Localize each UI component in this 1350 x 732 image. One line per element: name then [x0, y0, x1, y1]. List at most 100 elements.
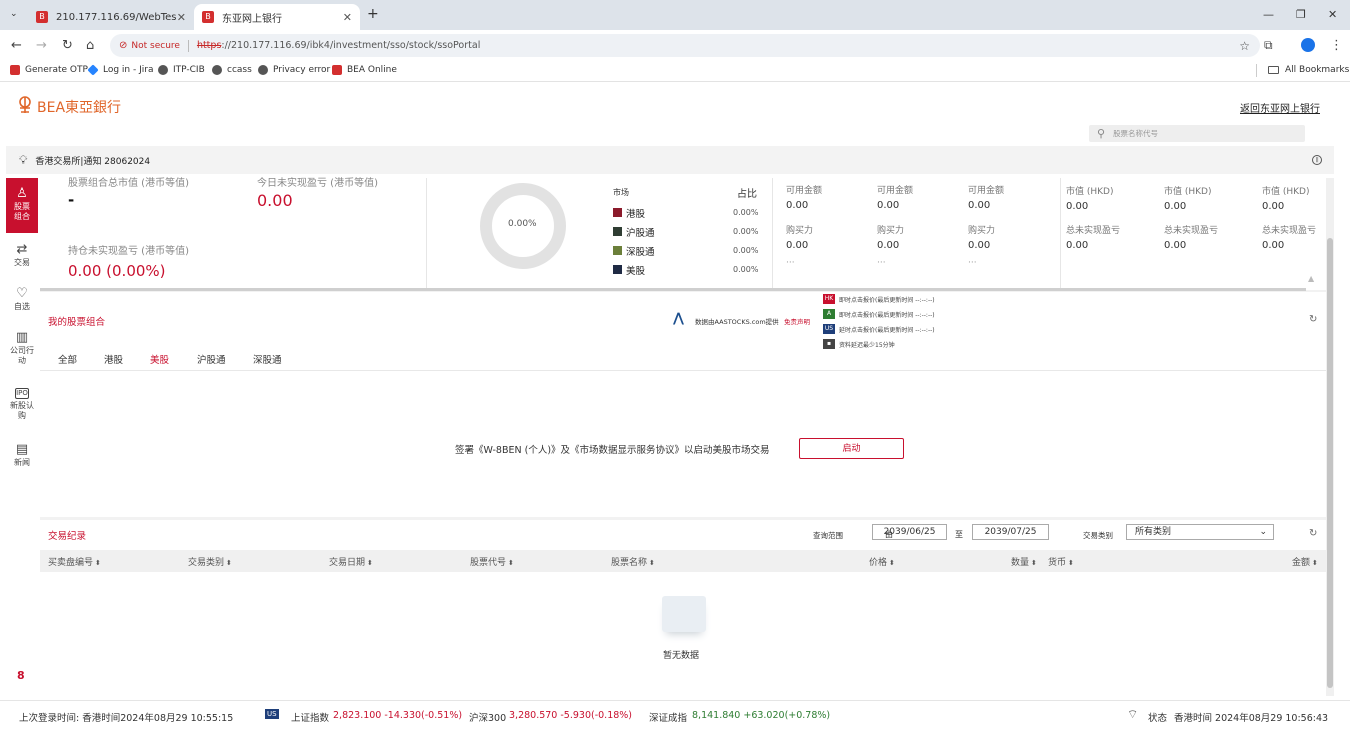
scrollbar-thumb[interactable] [1327, 238, 1333, 688]
close-icon[interactable]: ✕ [343, 11, 352, 24]
all-bookmarks-label: All Bookmarks [1285, 65, 1350, 75]
sort-icon[interactable]: ⬍ [367, 559, 373, 567]
globe-icon [212, 65, 222, 75]
to-date-input[interactable]: 2039/07/25 [972, 524, 1049, 540]
column-header-label: 金额 [1292, 558, 1311, 568]
bookmark-bea-online[interactable]: BEA Online [332, 65, 397, 75]
market-pct: 0.00% [733, 265, 759, 274]
extensions-icon[interactable]: ⧉ [1264, 38, 1273, 53]
notice-bar: 💡︎ 香港交易所|通知 28062024 || [6, 146, 1334, 174]
refresh-icon[interactable]: ↻ [1309, 528, 1317, 539]
column-header[interactable]: 股票名称 ⬍ [611, 555, 655, 568]
close-icon[interactable]: ✕ [177, 11, 186, 24]
pause-icon[interactable]: || [1312, 155, 1322, 165]
start-button[interactable]: 启动 [799, 438, 904, 459]
stock-search-box[interactable]: ⚲ 股票名称代号 [1089, 125, 1305, 142]
sign-agreement-text: 签署《W-8BEN (个人)》及《市场数据显示服务协议》以启动美股市场交易 [455, 445, 770, 456]
more-icon[interactable]: ··· [968, 258, 977, 268]
quote-badge: A [823, 309, 835, 319]
forward-icon[interactable]: → [36, 38, 47, 53]
ratio-header: 占比 [737, 189, 757, 200]
menu-icon[interactable]: ⋮ [1330, 38, 1343, 53]
sort-icon[interactable]: ⬍ [649, 559, 655, 567]
column-header[interactable]: 价格 ⬍ [869, 555, 895, 568]
wifi-icon: ⌔ [1127, 707, 1139, 721]
more-icon[interactable]: ··· [786, 258, 795, 268]
nav-news[interactable]: ▤ 新闻 [6, 442, 38, 468]
tab-title: 东亚网上银行 [222, 13, 282, 25]
home-icon[interactable]: ⌂ [86, 38, 94, 53]
collapse-icon[interactable]: ▲ [1308, 274, 1314, 283]
nav-portfolio[interactable]: ♙ 股票组合 [6, 178, 38, 233]
new-tab-button[interactable]: + [367, 6, 379, 22]
heart-icon: ♡ [16, 286, 28, 301]
portfolio-summary: 股票组合总市值 (港币等值) - 今日未实现盈亏 (港币等值) 0.00 持仓未… [40, 178, 1326, 290]
all-bookmarks[interactable]: All Bookmarks [1268, 65, 1349, 75]
sh-index-label: 上证指数 [291, 713, 330, 724]
refresh-icon[interactable]: ↻ [1309, 314, 1317, 325]
column-header[interactable]: 货币 ⬍ [1048, 555, 1074, 568]
tab-search-icon[interactable]: ⌄ [10, 9, 18, 19]
scrollbar[interactable] [1326, 178, 1334, 696]
market-name: 沪股通 [626, 228, 655, 239]
market-badge[interactable]: US [265, 709, 279, 719]
nav-trade[interactable]: ⇄ 交易 [6, 242, 38, 268]
buying-power-value: 0.00 [877, 240, 900, 251]
column-header[interactable]: 买卖盘编号 ⬍ [48, 555, 101, 568]
bookmark-itp-cib[interactable]: ITP-CIB [158, 65, 205, 75]
total-unrealized-pnl: 0.00 [1262, 240, 1285, 251]
sort-icon[interactable]: ⬍ [508, 559, 514, 567]
minimize-button[interactable]: — [1263, 8, 1274, 21]
sort-icon[interactable]: ⬍ [226, 559, 232, 567]
not-secure-label[interactable]: Not secure [131, 41, 180, 51]
tab-all[interactable]: 全部 [58, 352, 77, 366]
column-header[interactable]: 数量 ⬍ [1011, 555, 1037, 568]
bookmark-star-icon[interactable]: ☆ [1239, 39, 1250, 53]
column-header[interactable]: 金额 ⬍ [1292, 555, 1318, 568]
browser-tab-bea[interactable]: B 东亚网上银行 ✕ [194, 4, 360, 30]
notice-text[interactable]: 香港交易所|通知 28062024 [35, 154, 150, 167]
from-date-input[interactable]: 2039/06/25 [872, 524, 947, 540]
nav-watchlist[interactable]: ♡ 自选 [6, 286, 38, 312]
maximize-button[interactable]: ❐ [1296, 8, 1306, 21]
nav-corporate-action[interactable]: ▥ 公司行动 [6, 330, 38, 366]
buying-power-label: 购买力 [877, 226, 905, 236]
nav-label: 新股认购 [10, 401, 34, 420]
total-unrealized-pnl-label: 总未实现盈亏 [1066, 226, 1121, 236]
column-header[interactable]: 交易类别 ⬍ [188, 555, 232, 568]
bookmark-privacy-error[interactable]: Privacy error [258, 65, 330, 75]
back-icon[interactable]: ← [11, 38, 22, 53]
aastocks-logo-icon: ⋀ [673, 311, 684, 326]
back-to-bea-link[interactable]: 返回东亚网上银行 [1240, 100, 1320, 115]
browser-tab-webtest[interactable]: B 210.177.116.69/WebTest/jsp/IB ✕ [28, 4, 194, 30]
bookmark-ccass[interactable]: ccass [212, 65, 252, 75]
search-input[interactable]: 股票名称代号 [1113, 128, 1158, 139]
more-icon[interactable]: ··· [877, 258, 886, 268]
bookmark-generate-otp[interactable]: Generate OTP [10, 65, 88, 75]
url-bar[interactable]: ⊘ Not secure https ://210.177.116.69/ibk… [110, 34, 1260, 57]
sort-icon[interactable]: ⬍ [1312, 559, 1318, 567]
column-header[interactable]: 交易日期 ⬍ [329, 555, 373, 568]
divider [772, 178, 773, 290]
close-window-button[interactable]: ✕ [1328, 8, 1337, 21]
warning-icon: ⊘ [119, 40, 128, 51]
market-value-hkd: 0.00 [1262, 201, 1285, 212]
bea-logo-text[interactable]: BEA東亞銀行 [37, 97, 121, 117]
sort-icon[interactable]: ⬍ [95, 559, 101, 567]
nav-ipo[interactable]: IPO 新股认购 [6, 386, 38, 421]
tab-sh-connect[interactable]: 沪股通 [197, 352, 226, 366]
bookmark-jira[interactable]: Log in - Jira [87, 64, 153, 76]
disclaimer-link[interactable]: 免责声明 [784, 316, 810, 326]
bookmark-label: BEA Online [347, 65, 397, 75]
sort-icon[interactable]: ⬍ [1068, 559, 1074, 567]
tab-hk[interactable]: 港股 [104, 352, 123, 366]
tab-sz-connect[interactable]: 深股通 [253, 352, 282, 366]
reload-icon[interactable]: ↻ [62, 38, 73, 53]
market-color-swatch [613, 208, 622, 217]
profile-avatar[interactable] [1301, 38, 1315, 52]
sort-icon[interactable]: ⬍ [889, 559, 895, 567]
type-select[interactable]: 所有类别 ⌄ [1126, 524, 1274, 540]
sort-icon[interactable]: ⬍ [1031, 559, 1037, 567]
column-header[interactable]: 股票代号 ⬍ [470, 555, 514, 568]
tab-us[interactable]: 美股 [150, 352, 169, 366]
